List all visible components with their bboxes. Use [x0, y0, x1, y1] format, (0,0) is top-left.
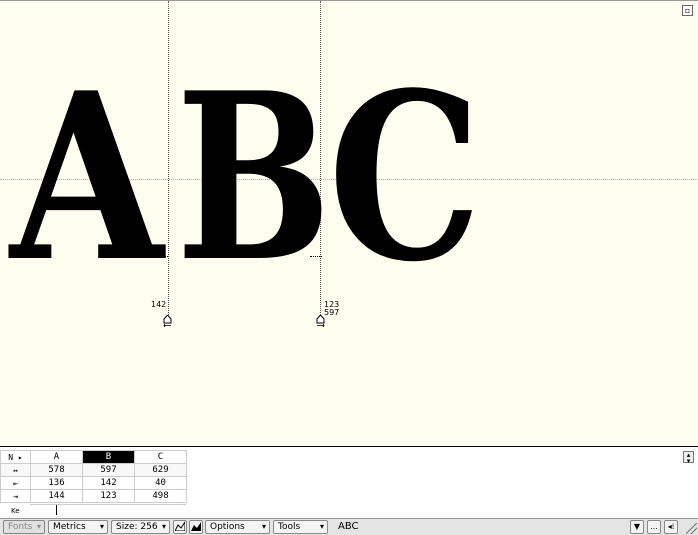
- outline-view-button[interactable]: [173, 520, 187, 534]
- column-header-a[interactable]: A: [30, 450, 83, 464]
- table-header-menu[interactable]: N ▸: [0, 450, 31, 464]
- options-dropdown[interactable]: Options ▾: [205, 520, 270, 534]
- advance-width-readout: 597: [324, 308, 340, 317]
- glyph-a[interactable]: A: [10, 63, 163, 293]
- table-cell[interactable]: 123: [82, 489, 135, 503]
- text-cursor: [56, 505, 57, 515]
- table-row: ↔ 578 597 629: [0, 463, 187, 477]
- kerning-row-divider: [30, 504, 186, 505]
- metrics-label: Metrics: [53, 522, 86, 532]
- text-direction-icon: ◂⁞: [667, 522, 675, 531]
- resize-grip-icon[interactable]: [686, 523, 697, 534]
- metrics-dropdown[interactable]: Metrics ▾: [48, 520, 108, 534]
- bottom-toolbar: Fonts ▾ Metrics ▾ Size: 256 ▾ Options ▾ …: [0, 518, 698, 535]
- metrics-panel: N ▸ A B C ↔ 578 597 629 ⇤ 136 142 40 ⇥ 1…: [0, 448, 698, 518]
- glyph-b[interactable]: B: [176, 63, 332, 293]
- history-dropdown-button[interactable]: ▼: [630, 520, 644, 534]
- left-sidebearing-icon: ⇤: [0, 476, 31, 490]
- direction-toggle-button[interactable]: ◂⁞: [664, 520, 678, 534]
- fill-view-button[interactable]: [189, 520, 203, 534]
- chevron-down-icon: ▾: [161, 522, 166, 531]
- size-label: Size: 256: [116, 522, 158, 532]
- more-label: ...: [650, 522, 658, 531]
- glyph-a-bearing-handle-icon[interactable]: [163, 315, 172, 327]
- table-cell[interactable]: 498: [134, 489, 187, 503]
- glyph-a-baseline-mark: [150, 256, 168, 257]
- chevron-down-icon: ▾: [36, 522, 41, 531]
- tools-dropdown[interactable]: Tools ▾: [273, 520, 328, 534]
- chevron-down-icon: ▾: [319, 522, 324, 531]
- glyph-canvas[interactable]: A B C 142 123 597 ▫: [0, 0, 698, 447]
- glyph-b-bearing-handle-icon[interactable]: [316, 315, 325, 327]
- size-dropdown[interactable]: Size: 256 ▾: [111, 520, 170, 534]
- column-header-c[interactable]: C: [134, 450, 187, 464]
- scroll-up-down-icon[interactable]: ▴ ▾: [683, 451, 694, 465]
- chevron-down-icon: ▾: [261, 522, 266, 531]
- kerning-label: Ke: [11, 507, 20, 515]
- outline-view-icon: [174, 520, 186, 532]
- table-cell[interactable]: 144: [30, 489, 83, 503]
- table-cell[interactable]: 578: [30, 463, 83, 477]
- left-bearing-readout: 142: [151, 300, 167, 309]
- more-button[interactable]: ...: [647, 520, 661, 534]
- fonts-dropdown[interactable]: Fonts ▾: [3, 520, 45, 534]
- advance-width-icon: ↔: [0, 463, 31, 477]
- square-icon[interactable]: ▫: [682, 5, 693, 16]
- glyph-a-right-sidebearing-line[interactable]: [168, 1, 169, 323]
- chevron-down-icon: ▾: [99, 522, 104, 531]
- table-row: ⇥ 144 123 498: [0, 489, 187, 503]
- metrics-table: N ▸ A B C ↔ 578 597 629 ⇤ 136 142 40 ⇥ 1…: [0, 450, 187, 503]
- tools-label: Tools: [278, 522, 301, 532]
- right-sidebearing-icon: ⇥: [0, 489, 31, 503]
- options-label: Options: [210, 522, 245, 532]
- table-cell[interactable]: 597: [82, 463, 135, 477]
- table-row: ⇤ 136 142 40: [0, 476, 187, 490]
- column-header-b[interactable]: B: [82, 450, 135, 464]
- glyph-b-baseline-mark: [310, 256, 322, 257]
- table-cell[interactable]: 142: [82, 476, 135, 490]
- table-cell[interactable]: 136: [30, 476, 83, 490]
- table-cell[interactable]: 629: [134, 463, 187, 477]
- fonts-label: Fonts: [8, 522, 33, 532]
- fill-view-icon: [191, 522, 201, 531]
- table-cell[interactable]: 40: [134, 476, 187, 490]
- glyph-c[interactable]: C: [328, 63, 482, 293]
- sample-text-input[interactable]: ABC: [338, 521, 359, 533]
- chevron-down-icon: ▼: [633, 522, 641, 531]
